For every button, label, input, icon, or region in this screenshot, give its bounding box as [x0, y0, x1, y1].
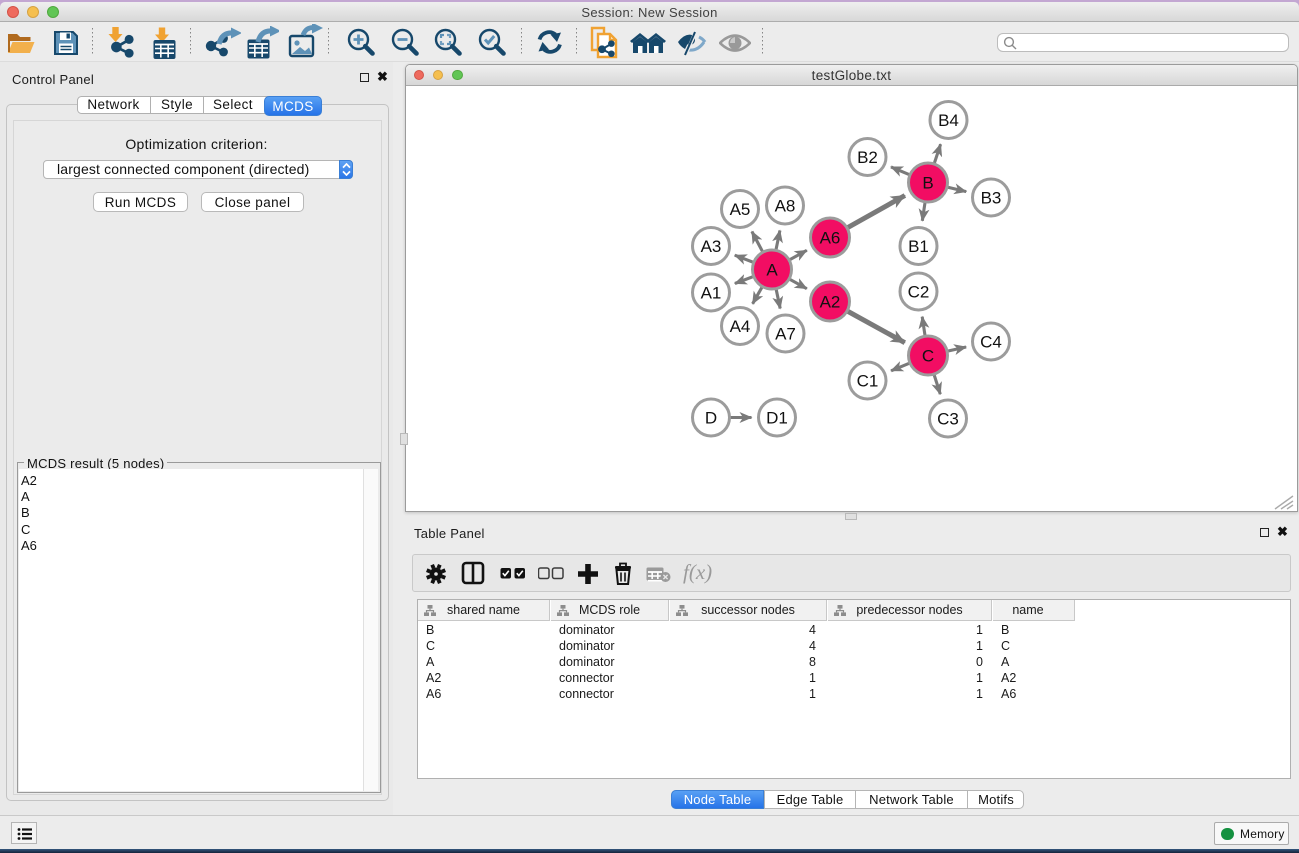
svg-text:A8: A8 [775, 197, 796, 216]
svg-text:A3: A3 [701, 237, 722, 256]
svg-text:D: D [705, 409, 717, 428]
svg-text:B1: B1 [908, 237, 929, 256]
svg-text:D1: D1 [766, 409, 788, 428]
svg-text:C4: C4 [980, 333, 1002, 352]
svg-text:A7: A7 [775, 325, 796, 344]
svg-text:C1: C1 [857, 372, 879, 391]
svg-text:B4: B4 [938, 111, 959, 130]
svg-text:A2: A2 [820, 293, 841, 312]
svg-text:C3: C3 [937, 410, 959, 429]
svg-text:B: B [922, 174, 933, 193]
svg-text:A6: A6 [820, 229, 841, 248]
svg-text:A5: A5 [730, 200, 751, 219]
svg-text:A1: A1 [701, 284, 722, 303]
svg-text:C: C [922, 347, 934, 366]
svg-text:A4: A4 [730, 317, 751, 336]
svg-text:C2: C2 [908, 283, 930, 302]
svg-text:A: A [766, 261, 778, 280]
svg-text:B3: B3 [981, 189, 1002, 208]
svg-text:B2: B2 [857, 148, 878, 167]
